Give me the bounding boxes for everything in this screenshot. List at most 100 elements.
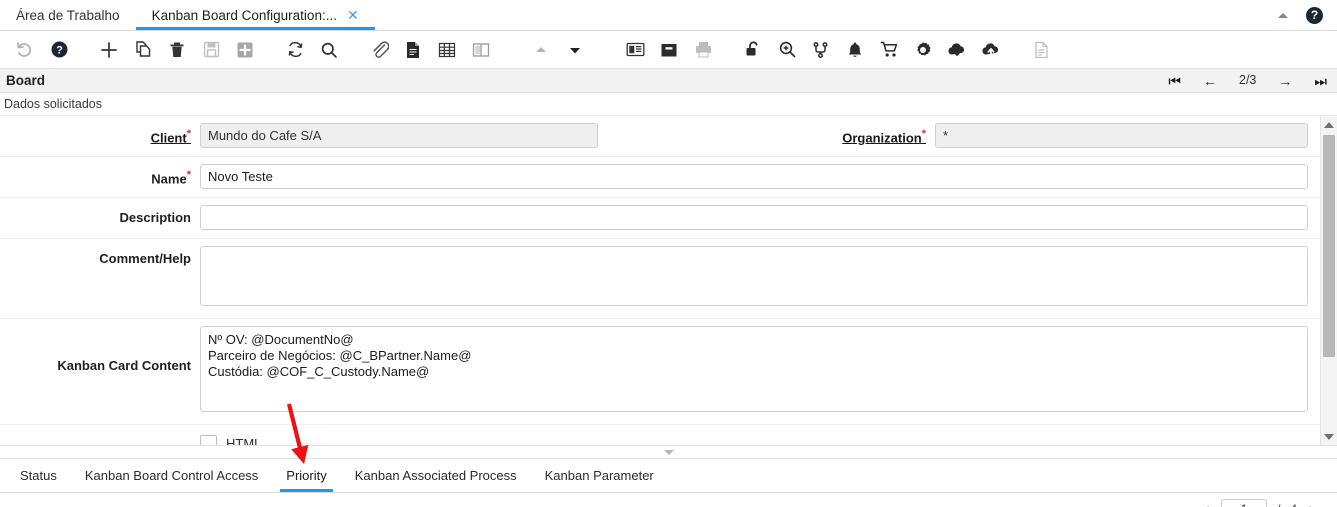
required-marker: * xyxy=(187,128,191,140)
kanban-card-content-textarea[interactable]: Nº OV: @DocumentNo@ Parceiro de Negócios… xyxy=(200,326,1308,412)
html-checkbox[interactable] xyxy=(200,435,217,445)
name-field-cell xyxy=(200,164,1320,189)
bell-icon[interactable] xyxy=(838,33,872,67)
detail-pane: ◄ 1 / 4 ► xyxy=(0,493,1337,507)
tab-status[interactable]: Status xyxy=(6,459,71,492)
chevron-up-icon xyxy=(524,33,558,67)
name-label: Name* xyxy=(0,164,200,186)
application-window: Área de Trabalho Kanban Board Configurat… xyxy=(0,0,1337,507)
form-row-comment-help: Comment/Help xyxy=(0,239,1320,319)
chevron-down-icon[interactable] xyxy=(558,33,592,67)
form-row-name: Name* xyxy=(0,157,1320,198)
unlock-icon[interactable] xyxy=(736,33,770,67)
last-record-icon[interactable]: ⏭ xyxy=(1314,74,1327,88)
record-position: 2/3 xyxy=(1239,74,1256,87)
section-label: Dados solicitados xyxy=(0,93,1337,115)
tab-priority[interactable]: Priority xyxy=(272,459,340,492)
comment-help-textarea[interactable] xyxy=(200,246,1308,306)
form-row-description: Description xyxy=(0,198,1320,239)
scroll-up-icon[interactable] xyxy=(1321,116,1337,133)
pager-next-icon[interactable]: ► xyxy=(1307,502,1319,507)
comment-help-field-cell xyxy=(200,246,1320,311)
scroll-down-icon[interactable] xyxy=(1321,428,1337,445)
search-icon[interactable] xyxy=(312,33,346,67)
html-checkbox-row[interactable]: HTML xyxy=(200,432,1308,445)
save-icon xyxy=(194,33,228,67)
gear-icon[interactable] xyxy=(906,33,940,67)
tab-label: Kanban Parameter xyxy=(545,468,654,483)
form-row-kanban-card-content: Kanban Card Content Nº OV: @DocumentNo@ … xyxy=(0,319,1320,425)
new-record-icon[interactable] xyxy=(228,33,262,67)
form-vertical-scrollbar[interactable] xyxy=(1320,116,1337,445)
attachment-icon[interactable] xyxy=(362,33,396,67)
workflow-icon[interactable] xyxy=(804,33,838,67)
split-view-icon[interactable] xyxy=(464,33,498,67)
previous-record-icon[interactable]: ← xyxy=(1203,74,1217,88)
delete-icon[interactable] xyxy=(160,33,194,67)
client-label[interactable]: Client* xyxy=(0,123,200,145)
name-input[interactable] xyxy=(200,164,1308,189)
splitter-collapse-icon[interactable] xyxy=(662,449,675,456)
cart-icon[interactable] xyxy=(872,33,906,67)
client-input[interactable] xyxy=(200,123,598,148)
panel-splitter[interactable] xyxy=(0,445,1337,459)
tab-kanban-board-control-access[interactable]: Kanban Board Control Access xyxy=(71,459,272,492)
kanban-card-content-label: Kanban Card Content xyxy=(0,326,200,373)
next-record-icon[interactable]: → xyxy=(1278,74,1292,88)
detail-pager: ◄ 1 / 4 ► xyxy=(1199,499,1319,507)
organization-field-cell xyxy=(935,123,1320,148)
pager-total: 4 xyxy=(1290,502,1297,507)
close-icon[interactable]: ✕ xyxy=(347,8,359,22)
refresh-icon[interactable] xyxy=(278,33,312,67)
pager-previous-icon[interactable]: ◄ xyxy=(1199,502,1211,507)
pager-page-input[interactable]: 1 xyxy=(1221,499,1267,507)
form-panel: Client* Organization* Name* xyxy=(0,115,1337,445)
record-navigation: ⏮ ← 2/3 → ⏭ xyxy=(1168,69,1327,92)
form-content: Client* Organization* Name* xyxy=(0,116,1320,445)
page-title: Board xyxy=(6,73,45,88)
grid-view-icon[interactable] xyxy=(430,33,464,67)
organization-label[interactable]: Organization* xyxy=(735,123,935,145)
pager-separator: / xyxy=(1277,502,1280,507)
window-tab-kanban-board-configuration[interactable]: Kanban Board Configuration:... ✕ xyxy=(136,0,375,30)
description-field-cell xyxy=(200,205,1320,230)
description-input[interactable] xyxy=(200,205,1308,230)
tab-kanban-associated-process[interactable]: Kanban Associated Process xyxy=(341,459,531,492)
window-tab-label: Kanban Board Configuration:... xyxy=(152,8,337,23)
window-tab-area-de-trabalho[interactable]: Área de Trabalho xyxy=(0,0,136,30)
required-marker: * xyxy=(187,169,191,181)
tab-label: Kanban Board Control Access xyxy=(85,468,258,483)
help-icon[interactable]: ? xyxy=(42,33,76,67)
copy-icon[interactable] xyxy=(126,33,160,67)
svg-text:?: ? xyxy=(56,45,63,57)
new-icon[interactable] xyxy=(92,33,126,67)
cloud-upload-icon[interactable] xyxy=(974,33,1008,67)
file-icon xyxy=(1024,33,1058,67)
html-checkbox-label: HTML xyxy=(226,436,261,445)
titlebar-actions: ? xyxy=(1278,0,1337,30)
undo-icon[interactable] xyxy=(8,33,42,67)
tab-kanban-parameter[interactable]: Kanban Parameter xyxy=(531,459,668,492)
required-marker: * xyxy=(922,128,926,140)
scrollbar-thumb[interactable] xyxy=(1323,135,1335,357)
organization-input[interactable] xyxy=(935,123,1308,148)
tab-label: Kanban Associated Process xyxy=(355,468,517,483)
description-label: Description xyxy=(0,205,200,225)
cloud-download-icon[interactable] xyxy=(940,33,974,67)
print-icon xyxy=(686,33,720,67)
report-icon[interactable] xyxy=(618,33,652,67)
archive-icon[interactable] xyxy=(652,33,686,67)
window-tab-label: Área de Trabalho xyxy=(16,8,120,23)
first-record-icon[interactable]: ⏮ xyxy=(1168,74,1181,88)
board-header: Board ⏮ ← 2/3 → ⏭ xyxy=(0,69,1337,93)
help-icon[interactable]: ? xyxy=(1306,7,1323,24)
chevron-up-icon[interactable] xyxy=(1278,13,1288,18)
document-icon[interactable] xyxy=(396,33,430,67)
main-toolbar: ? xyxy=(0,31,1337,69)
window-tab-bar: Área de Trabalho Kanban Board Configurat… xyxy=(0,0,1337,31)
kanban-card-content-field-cell: Nº OV: @DocumentNo@ Parceiro de Negócios… xyxy=(200,326,1320,417)
zoom-in-icon[interactable] xyxy=(770,33,804,67)
detail-tab-bar: Status Kanban Board Control Access Prior… xyxy=(0,459,1337,493)
html-spacer xyxy=(0,432,200,437)
form-row-html: HTML xyxy=(0,425,1320,445)
